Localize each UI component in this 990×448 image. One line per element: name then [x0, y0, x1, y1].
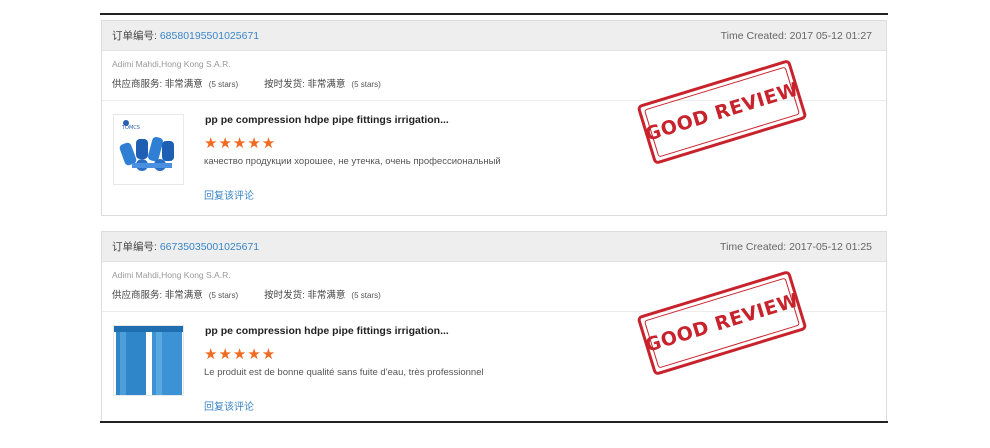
supplier-service-label: 供应商服务: 非常满意 — [112, 79, 203, 90]
reply-review-link[interactable]: 回复该评论 — [204, 398, 254, 413]
pipe-fittings-image: TOMCS — [114, 115, 183, 184]
ontime-delivery-rating: 按时发货: 非常满意 (5 stars) — [264, 76, 381, 90]
order-id: 订单编号: 68580195501025671 — [112, 28, 259, 43]
ontime-delivery-label: 按时发货: 非常满意 — [264, 79, 346, 90]
review-card: 订单编号: 66735035001025671 Time Created: 20… — [101, 231, 887, 421]
supplier-service-stars: (5 stars) — [208, 291, 239, 300]
supplier-service-rating: 供应商服务: 非常满意 (5 stars) — [112, 287, 238, 301]
product-thumbnail[interactable]: TOMCS — [113, 114, 184, 185]
product-title-link[interactable]: pp pe compression hdpe pipe fittings irr… — [205, 114, 449, 126]
stamp-text: GOOD REVIEW — [642, 78, 802, 146]
supplier-service-stars: (5 stars) — [208, 80, 239, 89]
order-label: 订单编号: — [112, 241, 157, 253]
order-header: 订单编号: 66735035001025671 Time Created: 20… — [102, 232, 886, 262]
star-rating: ★★★★★ — [204, 346, 277, 363]
supplier-service-rating: 供应商服务: 非常满意 (5 stars) — [112, 76, 238, 90]
pipe-image — [114, 326, 183, 395]
order-number-link[interactable]: 68580195501025671 — [160, 30, 259, 42]
bottom-divider — [100, 421, 888, 423]
review-text: качество продукции хорошее, не утечка, о… — [204, 156, 501, 167]
ontime-delivery-stars: (5 stars) — [351, 80, 381, 89]
thumb-brand: TOMCS — [121, 125, 140, 131]
top-divider — [100, 13, 888, 15]
ontime-delivery-label: 按时发货: 非常满意 — [264, 290, 346, 301]
time-created: Time Created: 2017 05-12 01:27 — [720, 29, 872, 42]
order-header: 订单编号: 68580195501025671 Time Created: 20… — [102, 21, 886, 51]
ontime-delivery-rating: 按时发货: 非常满意 (5 stars) — [264, 287, 381, 301]
order-id: 订单编号: 66735035001025671 — [112, 239, 259, 254]
review-card: 订单编号: 68580195501025671 Time Created: 20… — [101, 20, 887, 216]
ontime-delivery-stars: (5 stars) — [351, 291, 381, 300]
star-rating: ★★★★★ — [204, 135, 277, 152]
good-review-stamp: GOOD REVIEW — [632, 57, 810, 173]
time-created: Time Created: 2017-05-12 01:25 — [720, 240, 872, 253]
product-thumbnail[interactable] — [113, 325, 184, 396]
reply-review-link[interactable]: 回复该评论 — [204, 187, 254, 202]
order-number-link[interactable]: 66735035001025671 — [160, 241, 259, 253]
order-label: 订单编号: — [112, 30, 157, 42]
supplier-service-label: 供应商服务: 非常满意 — [112, 290, 203, 301]
stamp-text: GOOD REVIEW — [642, 289, 802, 357]
review-text: Le produit est de bonne qualité sans fui… — [204, 367, 484, 378]
good-review-stamp: GOOD REVIEW — [632, 268, 810, 384]
product-title-link[interactable]: pp pe compression hdpe pipe fittings irr… — [205, 325, 449, 337]
